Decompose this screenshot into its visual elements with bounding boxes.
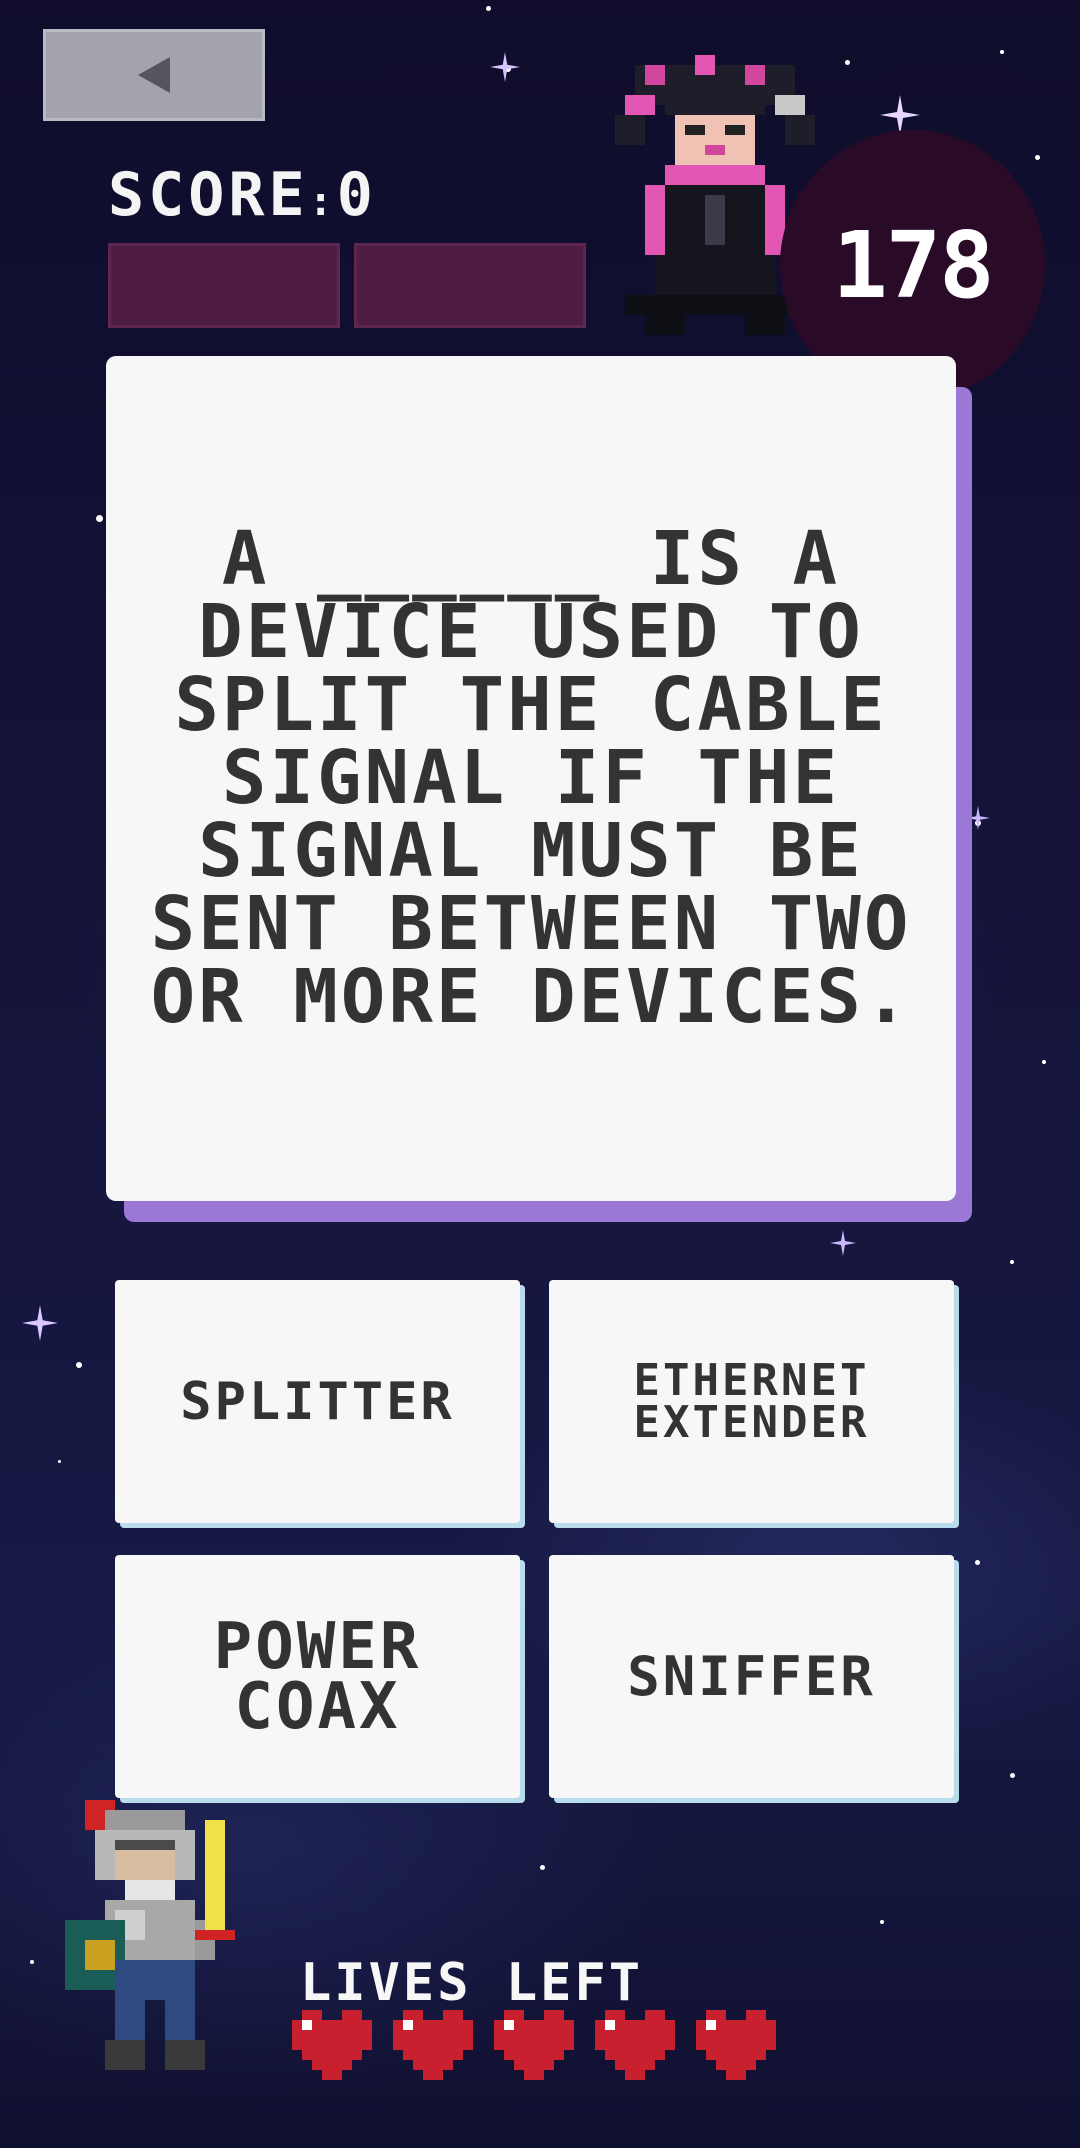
star (1010, 1260, 1014, 1264)
star (540, 1865, 545, 1870)
score-slot (108, 243, 340, 328)
lives-label: LIVES LEFT (300, 1953, 644, 2013)
knight-character-sprite (65, 1800, 235, 2070)
sparkle-icon (880, 95, 920, 135)
star (1042, 1060, 1046, 1064)
star (1000, 50, 1004, 54)
star (76, 1362, 82, 1368)
game-screen: SCORE:0 178 A ______ is a device used to… (0, 0, 1080, 2148)
answer-option-4[interactable]: SNIFFER (549, 1555, 954, 1798)
star (96, 515, 103, 522)
answer-option-1[interactable]: SPLITTER (115, 1280, 520, 1523)
score-slot (354, 243, 586, 328)
star (975, 1560, 980, 1565)
score-separator: : (308, 179, 337, 225)
back-button[interactable] (43, 29, 265, 121)
sparkle-icon (22, 1305, 58, 1341)
heart-icon (393, 2010, 473, 2080)
sparkle-icon (830, 1230, 856, 1256)
star (486, 6, 491, 11)
heart-icon (595, 2010, 675, 2080)
back-arrow-icon (138, 57, 170, 93)
heart-icon (494, 2010, 574, 2080)
heart-icon (696, 2010, 776, 2080)
score-label: SCORE (108, 160, 309, 230)
star (880, 1920, 884, 1924)
star (30, 1960, 34, 1964)
answer-option-2[interactable]: ETHERNET EXTENDER (549, 1280, 954, 1523)
lives-hearts (292, 2010, 776, 2080)
star (1010, 1773, 1015, 1778)
star (1035, 155, 1040, 160)
question-card: A ______ is a device used to split the c… (106, 356, 956, 1201)
heart-icon (292, 2010, 372, 2080)
star (845, 60, 850, 65)
star (58, 1460, 61, 1463)
question-text: A ______ is a device used to split the c… (150, 516, 912, 1040)
answer-option-3[interactable]: POWER COAX (115, 1555, 520, 1798)
score-display: SCORE:0 (108, 160, 377, 230)
score-value: 0 (336, 160, 377, 230)
sparkle-icon (490, 52, 520, 82)
